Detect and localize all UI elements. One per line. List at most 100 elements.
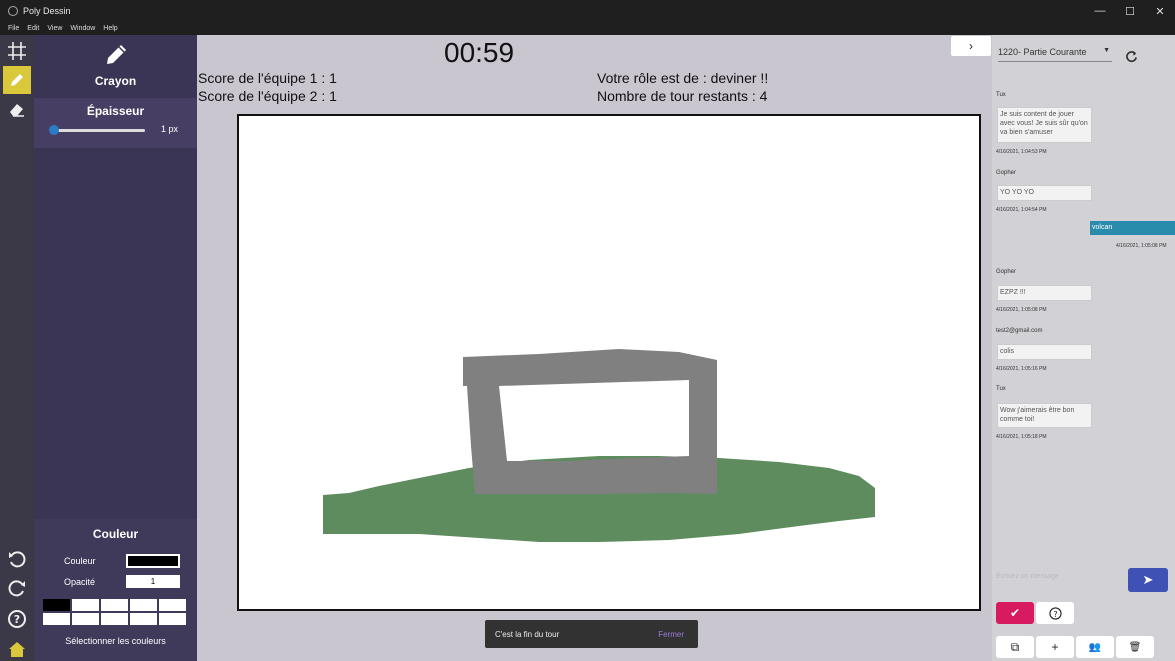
eraser-icon (10, 104, 24, 117)
palette-swatch[interactable] (130, 613, 157, 625)
message-bubble: Wow j'aimerais être bon comme toi! (997, 403, 1092, 428)
chat-panel: 1220- Partie Courante ▼ Tux Je suis cont… (992, 35, 1175, 661)
grid-icon (8, 42, 26, 60)
window-title: Poly Dessin (23, 6, 71, 16)
eraser-tool-button[interactable] (3, 95, 31, 123)
palette-swatch[interactable] (43, 613, 70, 625)
current-color-swatch[interactable] (126, 554, 180, 568)
message-bubble: YO YO YO (997, 185, 1092, 201)
palette-swatch[interactable] (101, 613, 128, 625)
hint-button[interactable]: ? (1036, 602, 1074, 624)
gray-rectangle-stroke (463, 349, 717, 494)
check-icon: ✔ (1009, 606, 1021, 620)
own-message-bubble: volcan (1090, 221, 1175, 235)
pencil-tool-icon (11, 74, 23, 86)
menu-bar: File Edit View Window Help (0, 22, 1175, 35)
tool-rail: ? (0, 35, 34, 661)
menu-window[interactable]: Window (70, 25, 95, 32)
help-icon: ? (8, 610, 26, 628)
add-group-icon: 👥 (1088, 641, 1102, 653)
color-section: Couleur Couleur Opacité 1 Sélectionner l… (34, 519, 197, 661)
palette-swatch[interactable] (159, 613, 186, 625)
delete-icon: 🗑 (1128, 641, 1142, 653)
message-bubble: colis (997, 344, 1092, 360)
game-area: 00:59 Score de l'équipe 1 : 1 Score de l… (197, 35, 992, 661)
svg-text:?: ? (14, 613, 20, 626)
snackbar-close-button[interactable]: Fermer (658, 630, 684, 639)
tool-label: Crayon (94, 74, 137, 88)
channel-name: 1220- Partie Courante (998, 47, 1087, 57)
thickness-slider-track[interactable] (52, 129, 145, 132)
channel-select[interactable]: 1220- Partie Courante ▼ (998, 47, 1112, 62)
canvas-drawing (323, 349, 875, 542)
help-button[interactable]: ? (3, 605, 31, 633)
undo-icon (9, 551, 26, 568)
drawing-canvas[interactable] (237, 114, 981, 611)
palette-swatch[interactable] (159, 599, 186, 611)
svg-text:?: ? (1053, 608, 1057, 618)
minimize-button[interactable]: — (1085, 0, 1115, 22)
snackbar-message: C'est la fin du tour (495, 629, 560, 639)
collapse-chat-button[interactable]: › (951, 36, 991, 56)
thickness-section: Épaisseur 1 px (34, 98, 197, 148)
home-button[interactable] (3, 635, 31, 661)
color-label: Couleur (64, 556, 96, 566)
color-palette (43, 599, 186, 625)
round-timer: 00:59 (444, 37, 515, 68)
add-icon: + (1051, 640, 1059, 654)
menu-help[interactable]: Help (103, 25, 117, 32)
message-author: Gopher (996, 170, 1017, 176)
message-input[interactable]: Écrivez un message (996, 573, 1121, 580)
opacity-input[interactable]: 1 (126, 575, 180, 588)
message-time: 4/16/2021, 1:05:08 PM (996, 307, 1047, 313)
palette-swatch[interactable] (101, 599, 128, 611)
title-bar: Poly Dessin — ☐ ✕ (0, 0, 1175, 22)
menu-view[interactable]: View (47, 25, 62, 32)
send-button[interactable]: ➤ (1128, 568, 1168, 592)
pencil-tool-card: Crayon (34, 35, 197, 95)
thickness-title: Épaisseur (86, 104, 145, 118)
delete-channel-button[interactable]: 🗑 (1116, 636, 1154, 658)
pencil-icon (107, 45, 126, 64)
message-bubble: EZPZ !!! (997, 285, 1092, 301)
rounds-remaining: Nombre de tour restants : 4 (597, 88, 768, 104)
team1-score: Score de l'équipe 1 : 1 (198, 70, 337, 86)
chat-actions-bar: ⧉ + 👥 🗑 (996, 636, 1154, 658)
home-icon (9, 642, 25, 657)
player-role: Votre rôle est de : deviner !! (597, 70, 769, 86)
palette-swatch[interactable] (72, 599, 99, 611)
close-window-button[interactable]: ✕ (1145, 0, 1175, 22)
add-channel-button[interactable]: + (1036, 636, 1074, 658)
redo-button[interactable] (3, 574, 31, 602)
palette-swatch[interactable] (130, 599, 157, 611)
open-external-button[interactable]: ⧉ (996, 636, 1034, 658)
message-time: 4/16/2021, 1:05:18 PM (996, 434, 1047, 440)
message-bubble: Je suis content de jouer avec vous! Je s… (997, 107, 1092, 143)
end-of-round-snackbar: C'est la fin du tour Fermer (485, 620, 698, 648)
open-external-icon: ⧉ (1010, 639, 1020, 654)
grid-tool-button[interactable] (3, 37, 31, 65)
chevron-right-icon: › (969, 39, 973, 53)
palette-swatch[interactable] (43, 599, 70, 611)
message-author: Gopher (996, 269, 1017, 275)
caret-down-icon: ▼ (1103, 47, 1110, 54)
add-group-button[interactable]: 👥 (1076, 636, 1114, 658)
undo-button[interactable] (3, 545, 31, 573)
message-author: test2@gmail.com (996, 328, 1043, 334)
refresh-button[interactable] (1125, 50, 1138, 66)
palette-swatch[interactable] (72, 613, 99, 625)
submit-guess-button[interactable]: ✔ (996, 602, 1034, 624)
menu-file[interactable]: File (8, 25, 19, 32)
menu-edit[interactable]: Edit (27, 25, 39, 32)
pencil-tool-button[interactable] (3, 66, 31, 94)
app-icon (8, 6, 18, 16)
message-time: 4/16/2021, 1:05:16 PM (996, 366, 1047, 372)
maximize-button[interactable]: ☐ (1115, 0, 1145, 22)
select-colors-link[interactable]: Sélectionner les couleurs (34, 636, 197, 646)
message-author: Tux (996, 92, 1006, 98)
team2-score: Score de l'équipe 2 : 1 (198, 88, 337, 104)
tool-options-panel: Crayon Épaisseur 1 px Couleur Couleur Op… (34, 35, 197, 661)
opacity-label: Opacité (64, 577, 96, 587)
thickness-slider-thumb[interactable] (49, 125, 59, 135)
color-title: Couleur (92, 527, 139, 541)
